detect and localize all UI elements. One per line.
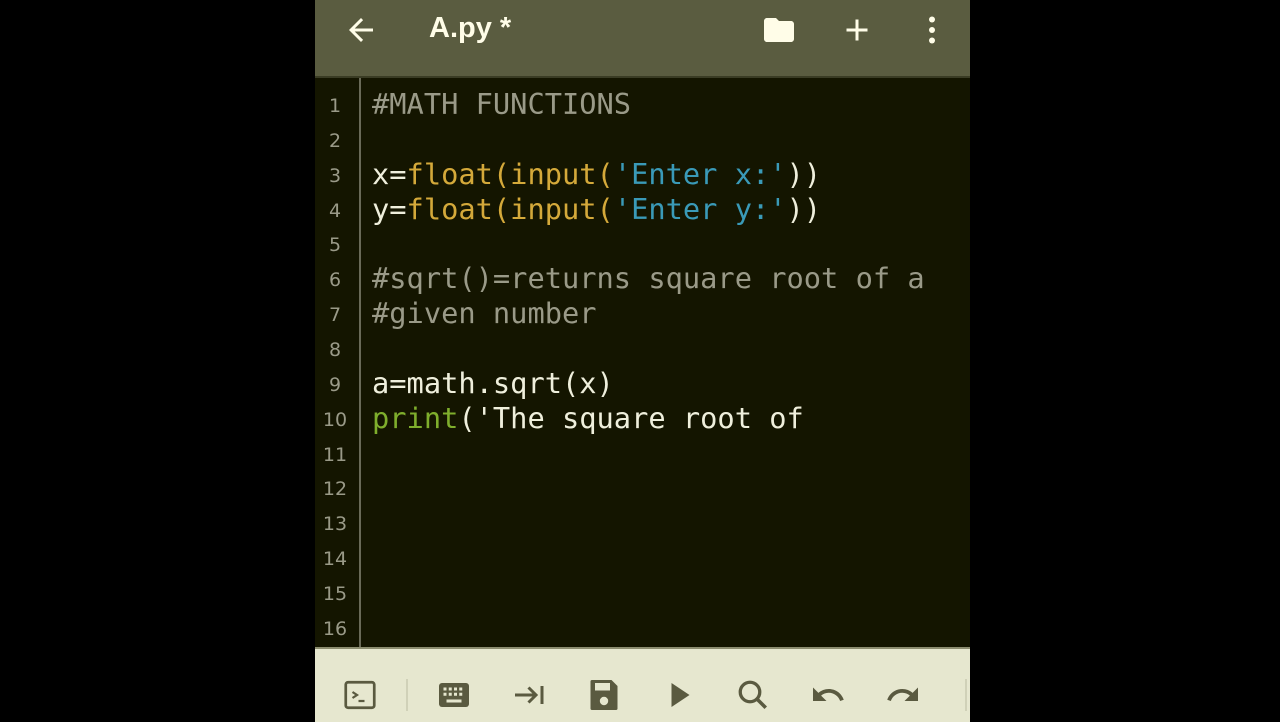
tab-indent-icon[interactable] <box>512 677 548 713</box>
redo-icon[interactable] <box>885 677 921 713</box>
keyboard-icon[interactable] <box>436 677 472 713</box>
line-number: 16 <box>322 617 348 640</box>
line-number: 15 <box>322 582 348 605</box>
code-token-default: )) <box>786 156 822 191</box>
line-number: 6 <box>328 269 342 292</box>
back-arrow-icon[interactable] <box>343 12 379 48</box>
line-number: 1 <box>328 95 342 117</box>
code-token-string: 'Enter x:' <box>613 156 787 191</box>
line-number: 7 <box>328 304 342 327</box>
toolbar-separator <box>965 679 967 711</box>
run-play-icon[interactable] <box>661 677 697 713</box>
code-token-keyword: print <box>372 400 459 435</box>
line-number: 9 <box>328 373 342 396</box>
line-number: 8 <box>328 338 342 361</box>
code-line: #sqrt()=returns square root of a <box>372 261 925 295</box>
code-token-default: x= <box>372 156 407 191</box>
code-token-comment: #MATH FUNCTIONS <box>372 87 632 121</box>
code-line: #given number <box>372 296 597 330</box>
code-token-default: )) <box>786 191 822 226</box>
gutter-divider <box>359 78 361 648</box>
line-number: 2 <box>328 129 342 152</box>
code-line: x=float(input('Enter x:')) <box>372 157 821 191</box>
bottom-toolbar <box>315 647 970 722</box>
file-title: A.py * <box>429 12 512 44</box>
toolbar-separator <box>406 679 408 711</box>
save-icon[interactable] <box>586 677 622 713</box>
search-icon[interactable] <box>735 677 771 713</box>
code-line: a=math.sqrt(x) <box>372 366 614 400</box>
code-token-string: 'Enter y:' <box>613 191 787 226</box>
more-vert-icon[interactable] <box>914 12 950 48</box>
terminal-icon[interactable] <box>342 677 378 713</box>
code-token-comment: #given number <box>372 296 597 331</box>
line-number: 3 <box>328 164 342 187</box>
line-number: 14 <box>322 548 348 571</box>
code-token-builtin: float(input( <box>406 156 614 191</box>
code-token-comment: #sqrt()=returns square root of a <box>372 261 925 296</box>
line-number: 13 <box>322 513 348 536</box>
app-bar: A.py * <box>315 0 970 76</box>
plus-icon[interactable] <box>839 12 875 48</box>
code-token-default: a=math.sqrt(x) <box>372 365 614 400</box>
code-editor[interactable]: 1 #MATH FUNCTIONS 2 3 x=float(input('Enter x… <box>315 76 970 648</box>
code-line: print('The square root of <box>372 401 804 435</box>
editor-app: A.py * 1 #MATH FUNCTIONS 2 3 x=float(input('… <box>315 0 970 722</box>
code-token-builtin: float(input( <box>406 191 614 226</box>
code-line: #MATH FUNCTIONS <box>372 87 631 121</box>
line-number: 11 <box>322 443 348 466</box>
code-token-default: y= <box>372 191 407 226</box>
line-number: 10 <box>322 408 348 431</box>
code-token-default: ('The square root of <box>458 400 804 435</box>
folder-icon[interactable] <box>761 12 797 48</box>
code-line: y=float(input('Enter y:')) <box>372 192 821 226</box>
line-number: 5 <box>328 234 342 257</box>
line-number: 4 <box>328 199 342 222</box>
line-number: 12 <box>322 478 348 501</box>
undo-icon[interactable] <box>810 677 846 713</box>
